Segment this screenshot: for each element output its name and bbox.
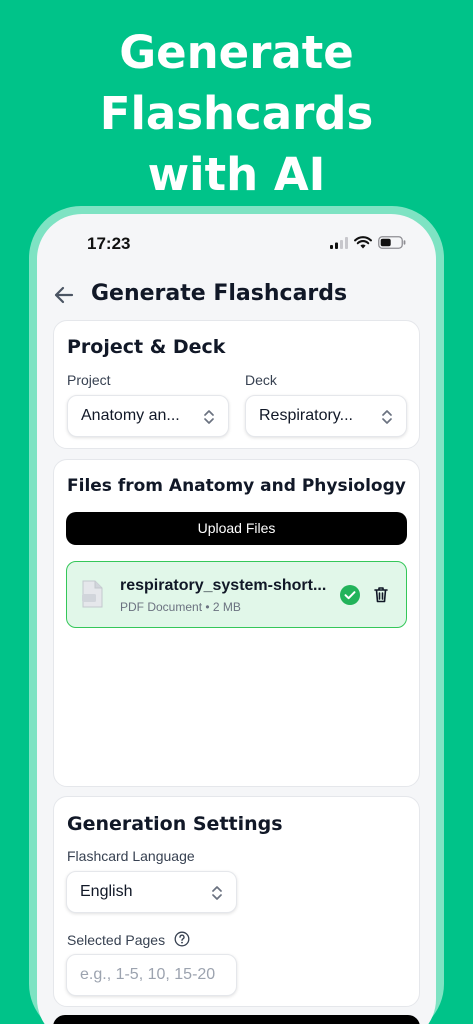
project-deck-card: Project & Deck Project Deck Anatomy an..… bbox=[53, 320, 420, 449]
chevron-up-down-icon bbox=[382, 410, 392, 424]
arrow-left-icon[interactable] bbox=[51, 282, 77, 308]
phone-screen: 17:23 Generate Flashcards Project & Deck… bbox=[37, 214, 436, 1024]
deck-select-value: Respiratory... bbox=[259, 407, 353, 424]
file-meta: PDF Document • 2 MB bbox=[120, 600, 241, 614]
hero-line-3: with AI bbox=[147, 148, 326, 201]
chevron-up-down-icon bbox=[212, 886, 222, 900]
project-select-value: Anatomy an... bbox=[81, 407, 180, 424]
generation-settings-card: Generation Settings Flashcard Language E… bbox=[53, 796, 420, 1007]
cellular-signal-icon bbox=[330, 236, 348, 249]
project-deck-title: Project & Deck bbox=[67, 336, 226, 358]
generation-settings-title: Generation Settings bbox=[67, 813, 283, 835]
file-item[interactable]: respiratory_system-short... PDF Document… bbox=[66, 561, 407, 628]
trash-icon[interactable] bbox=[373, 586, 389, 603]
file-name: respiratory_system-short... bbox=[120, 577, 327, 594]
question-circle-icon[interactable] bbox=[174, 931, 190, 947]
upload-files-button[interactable]: Upload Files bbox=[66, 512, 407, 545]
page-title: Generate Flashcards bbox=[91, 281, 348, 306]
hero-line-1: Generate bbox=[119, 26, 354, 79]
hero-headline: Generate Flashcards with AI bbox=[0, 22, 473, 205]
selected-pages-input[interactable] bbox=[66, 954, 237, 996]
battery-icon bbox=[378, 236, 406, 249]
wifi-icon bbox=[354, 236, 372, 249]
files-title: Files from Anatomy and Physiology bbox=[67, 476, 406, 496]
generate-button[interactable] bbox=[53, 1015, 420, 1024]
pages-label: Selected Pages bbox=[67, 932, 166, 948]
language-select-value: English bbox=[80, 883, 133, 900]
chevron-up-down-icon bbox=[204, 410, 214, 424]
status-icons bbox=[330, 236, 406, 249]
project-label: Project bbox=[67, 372, 111, 388]
files-card: Files from Anatomy and Physiology Upload… bbox=[53, 459, 420, 787]
language-select[interactable]: English bbox=[66, 871, 237, 913]
pdf-document-icon bbox=[82, 580, 103, 608]
language-label: Flashcard Language bbox=[67, 848, 195, 864]
status-time: 17:23 bbox=[87, 234, 131, 253]
deck-select[interactable]: Respiratory... bbox=[245, 395, 407, 437]
project-select[interactable]: Anatomy an... bbox=[67, 395, 229, 437]
hero-line-2: Flashcards bbox=[99, 87, 374, 140]
navigation-bar: Generate Flashcards bbox=[37, 276, 436, 316]
deck-label: Deck bbox=[245, 372, 277, 388]
check-circle-icon bbox=[340, 585, 360, 605]
